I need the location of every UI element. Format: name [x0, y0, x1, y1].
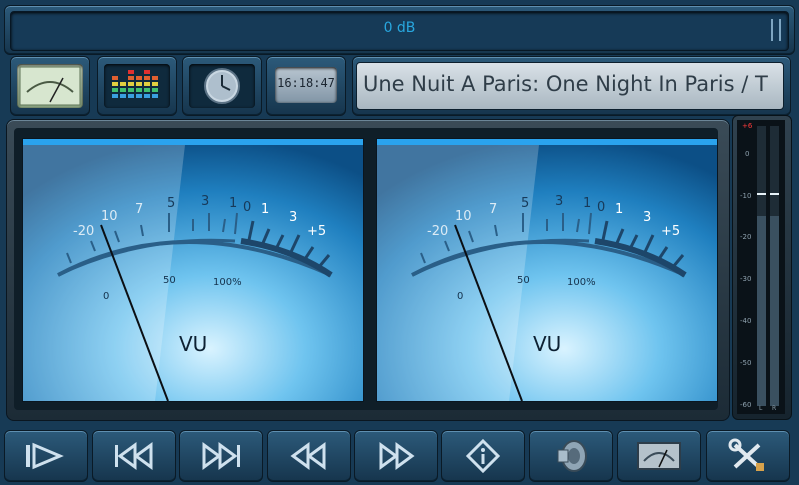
vu-right-label: VU [533, 332, 561, 356]
vu-left-percent-100: 100% [213, 277, 242, 288]
vu-left-scale-6: 1 [229, 196, 237, 211]
fast-forward-icon [379, 442, 415, 470]
track-title: Une Nuit A Paris: One Night In Paris / T [363, 72, 768, 96]
vu-meter-left-face: -20 10 7 5 3 1 0 1 3 +5 0 50 100% VU [23, 139, 363, 401]
vu-left-scale-9: 3 [289, 210, 297, 225]
play-pause-button[interactable] [4, 430, 88, 482]
peak-bar-left-fill [757, 215, 766, 406]
vu-left-percent-0: 0 [103, 291, 109, 302]
meter-mode-button[interactable] [617, 430, 701, 482]
settings-button[interactable] [706, 430, 790, 482]
vu-left-scale-4: 5 [167, 196, 175, 211]
vu-right-scale-8: 1 [615, 202, 623, 217]
vu-view-button[interactable] [10, 56, 90, 116]
fast-forward-button[interactable] [354, 430, 438, 482]
rewind-icon [290, 442, 326, 470]
play-pause-icon [26, 442, 64, 470]
peak-scale-40: -40 [740, 317, 752, 325]
peak-hold-left [757, 192, 766, 195]
volume-slider-handle[interactable] [771, 19, 773, 41]
peak-scale-30: -30 [740, 275, 752, 283]
peak-hold-right [770, 192, 779, 195]
peak-scale-20: -20 [740, 233, 752, 241]
vu-right-percent-0: 0 [457, 291, 463, 302]
vu-right-scale-10: +5 [661, 224, 680, 239]
peak-channel-right: R [772, 405, 777, 412]
peak-scale-plus6: +6 [742, 122, 753, 130]
previous-track-button[interactable] [92, 430, 176, 482]
title-display[interactable]: Une Nuit A Paris: One Night In Paris / T [356, 62, 784, 110]
vu-meter-left: -20 10 7 5 3 1 0 1 3 +5 0 50 100% VU [22, 138, 364, 402]
next-track-button[interactable] [179, 430, 263, 482]
vu-right-scale-4: 5 [521, 196, 529, 211]
vu-right-scale-9: 3 [643, 210, 651, 225]
peak-scale-50: -50 [740, 359, 752, 367]
speaker-icon [557, 440, 587, 472]
vu-right-scale-3: 7 [489, 202, 497, 217]
digital-clock-display: 16:18:47 [275, 67, 337, 103]
vu-meter-icon [17, 64, 83, 108]
volume-level-label: 0 dB [383, 20, 416, 36]
clock-time: 16:18:47 [277, 76, 335, 90]
peak-scale-10: -10 [740, 192, 752, 200]
peak-channel-left: L [759, 405, 763, 412]
audio-output-button[interactable] [529, 430, 613, 482]
vu-right-scale-2: 10 [455, 209, 472, 224]
vu-left-label: VU [179, 332, 207, 356]
clock-icon [189, 64, 255, 108]
vu-left-percent-50: 50 [163, 275, 176, 286]
vu-meter-right: -20 10 7 5 3 1 0 1 3 +5 0 50 100% VU [376, 138, 718, 402]
peak-scale-60: -60 [740, 401, 752, 409]
digital-clock-button[interactable]: 16:18:47 [266, 56, 346, 116]
skip-back-icon [115, 442, 153, 470]
vu-left-scale-8: 1 [261, 202, 269, 217]
volume-slider-handle-edge [779, 19, 781, 41]
peak-scale-0: 0 [745, 150, 750, 158]
vu-left-scale-5: 3 [201, 194, 209, 209]
clock-view-button[interactable] [182, 56, 262, 116]
peak-meter: +6 0 -10 -20 -30 -40 -50 -60 L R [737, 120, 785, 414]
settings-icon [728, 438, 764, 471]
info-icon [465, 438, 501, 474]
peak-bar-right-fill [770, 215, 779, 406]
vu-left-scale-1: -20 [73, 224, 94, 239]
vu-right-scale-5: 3 [555, 194, 563, 209]
vu-right-scale-6: 1 [583, 196, 591, 211]
equalizer-icon [104, 64, 170, 108]
vu-left-scale-2: 10 [101, 209, 118, 224]
vu-meter-icon [637, 442, 681, 470]
vu-right-scale-1: -20 [427, 224, 448, 239]
vu-right-scale-7: 0 [597, 200, 605, 215]
equalizer-view-button[interactable] [97, 56, 177, 116]
vu-left-scale-7: 0 [243, 200, 251, 215]
info-button[interactable] [441, 430, 525, 482]
rewind-button[interactable] [267, 430, 351, 482]
vu-left-scale-10: +5 [307, 224, 326, 239]
vu-right-percent-50: 50 [517, 275, 530, 286]
vu-meter-right-face: -20 10 7 5 3 1 0 1 3 +5 0 50 100% VU [377, 139, 717, 401]
vu-right-percent-100: 100% [567, 277, 596, 288]
skip-forward-icon [202, 442, 240, 470]
vu-left-scale-3: 7 [135, 202, 143, 217]
